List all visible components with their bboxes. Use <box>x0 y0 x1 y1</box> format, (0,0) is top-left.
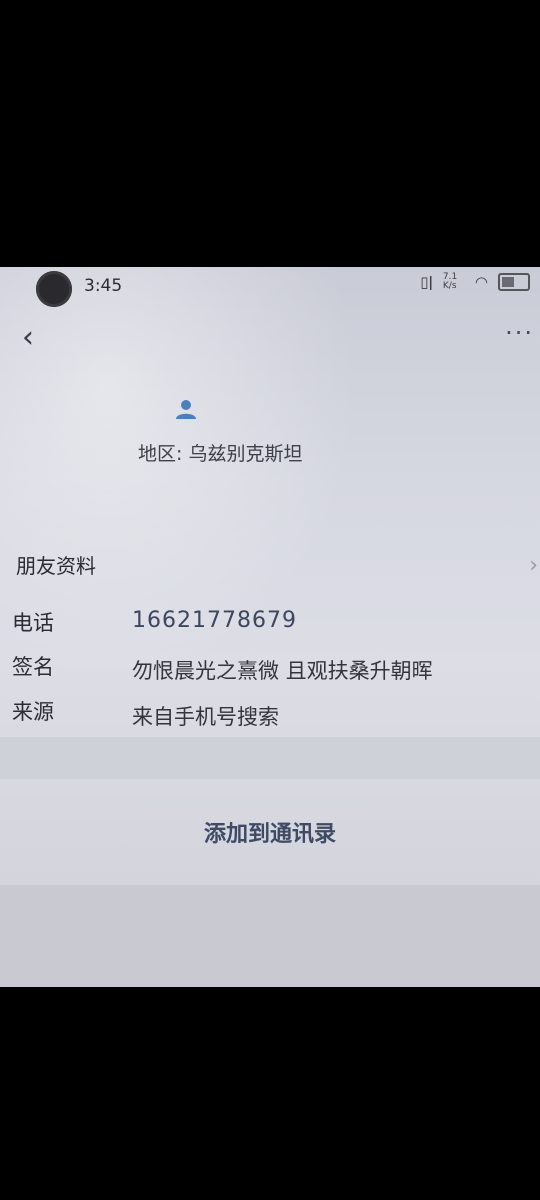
battery-icon <box>498 273 530 291</box>
person-icon <box>176 400 196 419</box>
top-nav: ‹ ··· <box>0 319 540 363</box>
source-value: 来自手机号搜索 <box>132 705 279 729</box>
section-divider <box>0 737 540 779</box>
wifi-icon: ◠ <box>474 273 488 291</box>
back-button[interactable]: ‹ <box>22 323 34 353</box>
add-to-contacts-button[interactable]: 添加到通讯录 <box>0 779 540 885</box>
phone-screen: 3:45 ▯ǀ 7.1 K/s ◠ ‹ ··· 地区: 乌兹别克斯坦 朋友资料 … <box>0 267 540 987</box>
signature-value: 勿恨晨光之熹微 且观扶桑升朝晖 <box>132 659 433 683</box>
network-speed: 7.1 K/s <box>442 272 458 291</box>
more-button[interactable]: ··· <box>505 319 534 347</box>
phone-value[interactable]: 16621778679 <box>132 608 297 633</box>
signature-label: 签名 <box>12 655 54 679</box>
region-text: 地区: 乌兹别克斯坦 <box>138 443 303 465</box>
status-icons: ▯ǀ 7.1 K/s ◠ <box>420 273 530 291</box>
status-bar: 3:45 ▯ǀ 7.1 K/s ◠ <box>0 267 540 307</box>
friend-info-title[interactable]: 朋友资料 <box>16 550 96 579</box>
phone-label: 电话 <box>12 611 54 635</box>
front-camera <box>36 271 72 307</box>
status-time: 3:45 <box>84 276 123 296</box>
source-label: 来源 <box>12 700 54 724</box>
vibrate-icon: ▯ǀ <box>420 273 433 291</box>
chevron-right-icon[interactable]: › <box>529 553 538 578</box>
bottom-area <box>0 885 540 987</box>
